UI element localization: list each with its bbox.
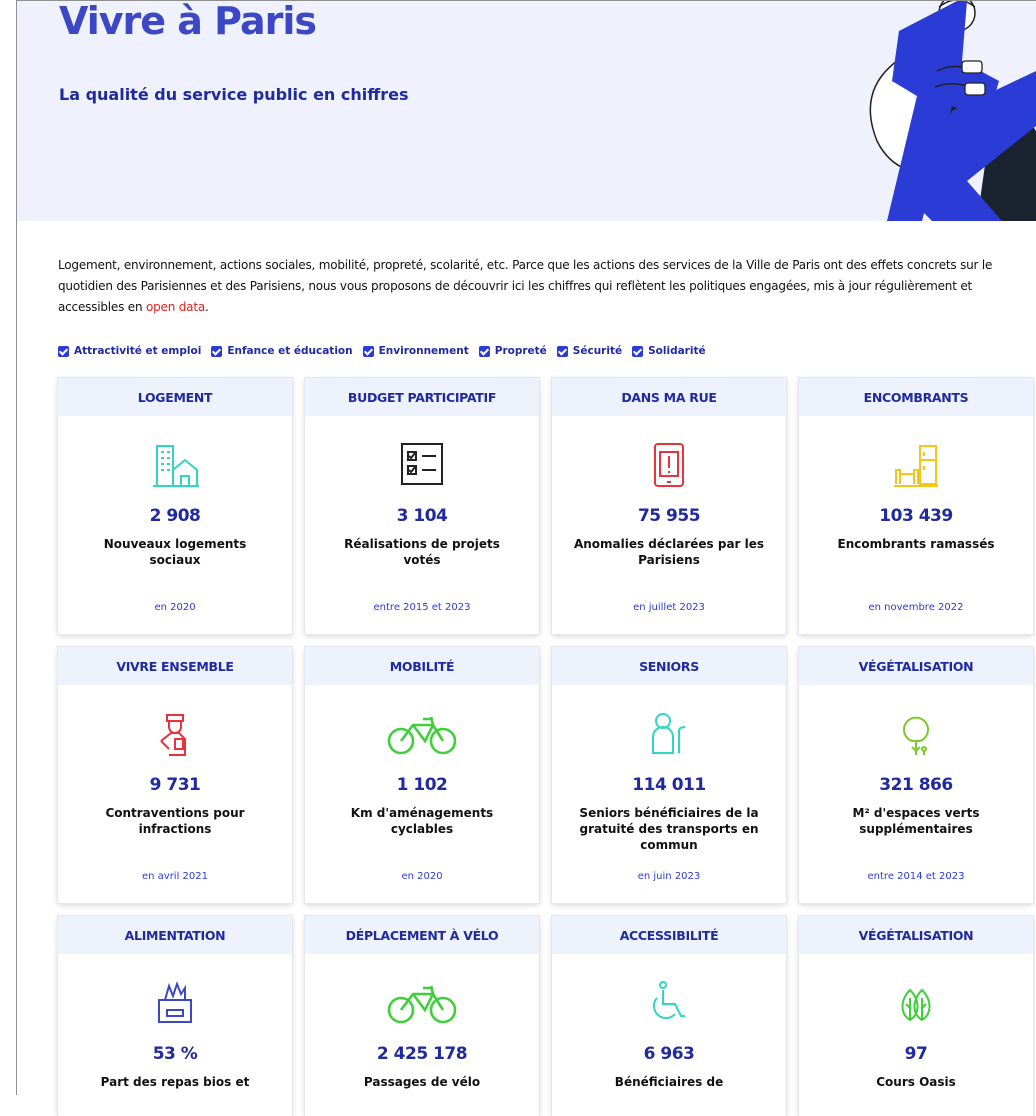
indicator-date: en juillet 2023 [633, 602, 705, 613]
checkbox-icon[interactable] [58, 345, 69, 357]
page-subtitle: La qualité du service public en chiffres [59, 85, 409, 104]
filter-environnement[interactable]: Environnement [362, 345, 469, 357]
indicator-label: Part des repas bios et [100, 1075, 250, 1089]
bicycle-icon [305, 711, 539, 757]
indicator-value: 9 731 [149, 775, 201, 795]
indicator-date: entre 2015 et 2023 [373, 602, 471, 613]
card-title: VIVRE ENSEMBLE [58, 647, 292, 685]
filter-label: Propreté [494, 345, 547, 357]
intro-paragraph: Logement, environnement, actions sociale… [58, 255, 1024, 318]
theme-filters: Attractivité et emploi Enfance et éducat… [58, 345, 706, 357]
indicator-label: Km d'aménagements cyclables [350, 806, 494, 836]
filter-enfance[interactable]: Enfance et éducation [211, 345, 353, 357]
indicator-label: M² d'espaces verts supplémentaires [852, 806, 980, 836]
indicator-value: 6 963 [643, 1044, 695, 1064]
indicator-card[interactable]: DANS MA RUE 75 955 Anomalies déclarées p… [552, 378, 786, 634]
indicator-value: 97 [904, 1044, 928, 1064]
checkbox-icon[interactable] [556, 345, 568, 357]
indicator-card[interactable]: DÉPLACEMENT À VÉLO 2 425 178 Passages de… [305, 916, 539, 1116]
indicator-value: 53 % [152, 1044, 198, 1064]
filter-label: Sécurité [572, 345, 623, 357]
indicator-label: Seniors bénéficiaires de la gratuité des… [579, 806, 759, 852]
filter-label: Environnement [378, 345, 469, 357]
indicator-value: 3 104 [396, 506, 448, 526]
indicator-label: Anomalies déclarées par les Parisiens [573, 537, 765, 567]
card-title: VÉGÉTALISATION [799, 916, 1033, 954]
wheelchair-icon [552, 980, 786, 1026]
indicator-label: Passages de vélo [363, 1075, 481, 1089]
checkbox-icon[interactable] [362, 345, 374, 357]
indicator-label: Bénéficiaires de [614, 1075, 724, 1089]
bicycle-icon [305, 980, 539, 1026]
hero-banner: Vivre à Paris La qualité du service publ… [17, 1, 1036, 221]
indicator-value: 114 011 [632, 775, 706, 795]
furniture-icon [799, 442, 1033, 488]
number-twelve-illustration [869, 1, 1036, 221]
organic-basket-icon [58, 980, 292, 1026]
indicator-card[interactable]: VÉGÉTALISATION 321 866 M² d'espaces vert… [799, 647, 1033, 903]
filter-attractivite[interactable]: Attractivité et emploi [58, 345, 201, 357]
checkbox-icon[interactable] [211, 345, 223, 357]
senior-icon [552, 711, 786, 757]
card-title: DANS MA RUE [552, 378, 786, 416]
card-title: DÉPLACEMENT À VÉLO [305, 916, 539, 954]
indicator-card[interactable]: VÉGÉTALISATION 97 Cours Oasis [799, 916, 1033, 1116]
indicator-card[interactable]: MOBILITÉ 1 102 Km d'aménagements cyclabl… [305, 647, 539, 903]
filter-label: Solidarité [648, 345, 706, 357]
indicator-value: 75 955 [637, 506, 701, 526]
filter-solidarite[interactable]: Solidarité [632, 345, 706, 357]
intro-suffix: . [204, 300, 209, 314]
card-title: VÉGÉTALISATION [799, 647, 1033, 685]
indicator-label: Contraventions pour infractions [105, 806, 245, 836]
card-title: ALIMENTATION [58, 916, 292, 954]
indicator-label: Nouveaux logements sociaux [103, 537, 247, 567]
indicator-label: Cours Oasis [876, 1075, 956, 1089]
indicator-card[interactable]: ACCESSIBILITÉ 6 963 Bénéficiaires de [552, 916, 786, 1116]
tree-icon [799, 711, 1033, 757]
indicator-card[interactable]: VIVRE ENSEMBLE 9 731 Contraventions pour… [58, 647, 292, 903]
page-title: Vivre à Paris [59, 1, 317, 43]
indicator-date: en 2020 [401, 871, 443, 882]
indicator-date: entre 2014 et 2023 [867, 871, 965, 882]
indicator-date: en avril 2021 [141, 871, 208, 882]
indicator-card[interactable]: ENCOMBRANTS 103 439 Encombrants ramassés… [799, 378, 1033, 634]
indicator-date: en juin 2023 [637, 871, 701, 882]
indicator-value: 2 908 [149, 506, 201, 526]
indicator-date: en novembre 2022 [868, 602, 964, 613]
indicator-value: 321 866 [879, 775, 953, 795]
indicator-card[interactable]: SENIORS 114 011 Seniors bénéficiaires de… [552, 647, 786, 903]
open-data-link[interactable]: open data [146, 300, 205, 314]
filter-label: Enfance et éducation [227, 345, 353, 357]
filter-securite[interactable]: Sécurité [556, 345, 623, 357]
phone-alert-icon [552, 442, 786, 488]
police-officer-icon [58, 711, 292, 757]
indicator-label: Réalisations de projets votés [344, 537, 500, 567]
card-title: MOBILITÉ [305, 647, 539, 685]
indicator-card[interactable]: BUDGET PARTICIPATIF 3 104 Réalisations d… [305, 378, 539, 634]
indicator-card[interactable]: ALIMENTATION 53 % Part des repas bios et [58, 916, 292, 1116]
card-title: BUDGET PARTICIPATIF [305, 378, 539, 416]
filter-label: Attractivité et emploi [74, 345, 202, 357]
card-title: ENCOMBRANTS [799, 378, 1033, 416]
checkbox-icon[interactable] [478, 345, 490, 357]
filter-proprete[interactable]: Propreté [478, 345, 547, 357]
indicator-value: 1 102 [396, 775, 448, 795]
indicator-label: Encombrants ramassés [837, 537, 995, 551]
building-house-icon [58, 442, 292, 488]
card-title: ACCESSIBILITÉ [552, 916, 786, 954]
indicator-value: 2 425 178 [376, 1044, 468, 1064]
card-title: LOGEMENT [58, 378, 292, 416]
checkbox-icon[interactable] [632, 345, 644, 357]
checklist-icon [305, 442, 539, 488]
card-title: SENIORS [552, 647, 786, 685]
indicator-value: 103 439 [879, 506, 953, 526]
indicator-card[interactable]: LOGEMENT 2 908 Nouveaux logements sociau… [58, 378, 292, 634]
indicator-date: en 2020 [154, 602, 196, 613]
leaves-icon [799, 980, 1033, 1026]
